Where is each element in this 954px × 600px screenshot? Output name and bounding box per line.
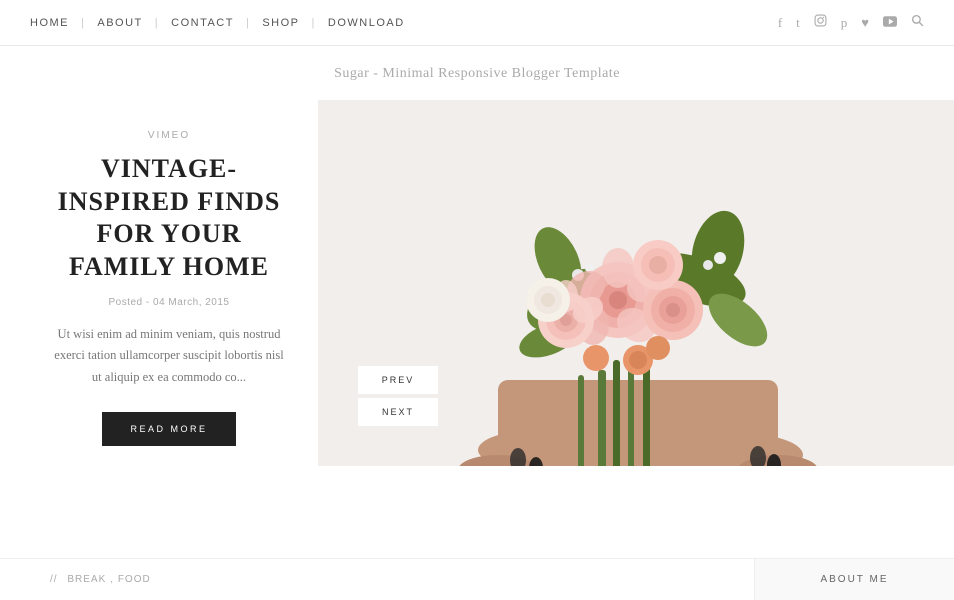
tag-break[interactable]: BREAK: [67, 574, 106, 585]
nav-download[interactable]: DOWNLOAD: [316, 17, 417, 29]
nav-home[interactable]: HOME: [30, 17, 81, 29]
post-title: VINTAGE-INSPIRED FINDS FOR YOUR FAMILY H…: [50, 153, 288, 283]
pinterest-icon[interactable]: p: [841, 15, 848, 31]
site-title: Sugar - Minimal Responsive Blogger Templ…: [0, 46, 954, 100]
prev-button[interactable]: PREV: [358, 366, 438, 394]
read-more-button[interactable]: READ MORE: [102, 412, 235, 446]
twitter-icon[interactable]: t: [796, 15, 800, 31]
heart-icon[interactable]: ♥: [861, 15, 869, 31]
tag-slash: //: [50, 574, 58, 585]
tag-food[interactable]: FOOD: [118, 574, 151, 585]
search-icon[interactable]: [911, 14, 924, 31]
post-info: VIMEO VINTAGE-INSPIRED FINDS FOR YOUR FA…: [0, 100, 318, 466]
post-excerpt: Ut wisi enim ad minim veniam, quis nostr…: [50, 324, 288, 388]
post-tags: // BREAK, FOOD: [0, 574, 155, 585]
about-me-label: ABOUT ME: [820, 574, 888, 585]
instagram-icon[interactable]: [814, 14, 827, 31]
post-image-area: PREV NEXT: [318, 100, 954, 466]
youtube-icon[interactable]: [883, 15, 897, 31]
nav-about[interactable]: ABOUT: [85, 17, 154, 29]
header: HOME | ABOUT | CONTACT | SHOP | DOWNLOAD…: [0, 0, 954, 46]
main-nav: HOME | ABOUT | CONTACT | SHOP | DOWNLOAD: [30, 17, 417, 29]
facebook-icon[interactable]: f: [778, 15, 782, 31]
post-category: VIMEO: [148, 130, 190, 141]
post-date: Posted - 04 March, 2015: [108, 297, 229, 308]
nav-contact[interactable]: CONTACT: [159, 17, 246, 29]
post-navigation: PREV NEXT: [358, 366, 438, 426]
social-nav: f t p ♥: [778, 14, 924, 31]
main-content: VIMEO VINTAGE-INSPIRED FINDS FOR YOUR FA…: [0, 100, 954, 466]
next-button[interactable]: NEXT: [358, 398, 438, 426]
bottom-strip: // BREAK, FOOD ABOUT ME: [0, 558, 954, 600]
about-me-box: ABOUT ME: [754, 558, 954, 600]
nav-shop[interactable]: SHOP: [250, 17, 311, 29]
